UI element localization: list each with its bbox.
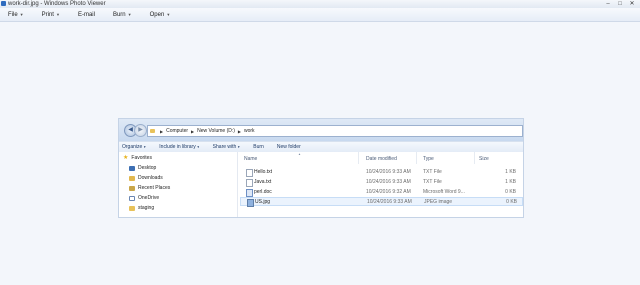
- column-header-name: Name: [244, 156, 258, 162]
- chevron-down-icon: ▼: [127, 11, 132, 17]
- include-in-library-menu: Include in library▼: [159, 144, 200, 150]
- window-controls: – □ ✕: [602, 0, 638, 8]
- breadcrumb: ▶ Computer ▶ New Volume (D:) ▶ work: [147, 125, 523, 137]
- breadcrumb-item-volume: New Volume (D:): [197, 128, 235, 134]
- forward-arrow-icon: ▶: [134, 124, 147, 137]
- chevron-down-icon: ▼: [237, 145, 241, 149]
- nav-favorites: ★ Favorites: [123, 155, 152, 161]
- folder-icon: [129, 205, 135, 211]
- folder-icon: [150, 129, 155, 133]
- minimize-icon[interactable]: –: [602, 0, 614, 8]
- table-row: Hello.txt 10/24/2016 9:33 AM TXT File 1 …: [240, 168, 523, 177]
- photo-viewer-app-icon: [1, 1, 6, 6]
- address-bar: ◀ ▶ ▶ Computer ▶ New Volume (D:) ▶ work: [119, 119, 523, 141]
- burn-button: Burn: [253, 144, 264, 150]
- downloads-folder-icon: [129, 175, 135, 181]
- column-divider: [474, 152, 475, 164]
- burn-menu[interactable]: Burn ▼: [113, 12, 132, 18]
- command-bar: File ▼ Print ▼ E-mail Burn ▼ Open ▼: [0, 8, 640, 22]
- close-icon[interactable]: ✕: [626, 0, 638, 8]
- chevron-down-icon: ▼: [143, 145, 147, 149]
- onedrive-icon: [129, 195, 135, 201]
- column-header-date: Date modified: [366, 156, 397, 162]
- breadcrumb-item-work: work: [243, 128, 255, 134]
- column-divider: [416, 152, 417, 164]
- nav-item-desktop: Desktop: [129, 164, 156, 172]
- print-menu[interactable]: Print ▼: [42, 12, 60, 18]
- table-row-selected: US.jpg 10/24/2016 9:33 AM JPEG image 0 K…: [240, 197, 523, 207]
- title-bar: work-dir.jpg - Windows Photo Viewer – □ …: [0, 0, 640, 8]
- navigation-pane: ★ Favorites Desktop Downloads Recent Pla…: [119, 152, 238, 217]
- file-list: Name ▲ Date modified Type Size Hello.txt…: [238, 152, 523, 217]
- table-row: perl.doc 10/24/2016 9:32 AM Microsoft Wo…: [240, 188, 523, 197]
- chevron-down-icon: ▼: [196, 145, 200, 149]
- chevron-right-icon: ▶: [237, 128, 241, 134]
- column-header-size: Size: [479, 156, 489, 162]
- text-file-icon: [246, 169, 253, 177]
- open-menu[interactable]: Open ▼: [150, 12, 171, 18]
- image-file-icon: [247, 199, 254, 207]
- table-row: Java.txt 10/24/2016 9:33 AM TXT File 1 K…: [240, 178, 523, 187]
- chevron-right-icon: ▶: [191, 128, 195, 134]
- email-button[interactable]: E-mail: [78, 12, 95, 18]
- chevron-down-icon: ▼: [19, 11, 24, 17]
- column-header-type: Type: [423, 156, 434, 162]
- desktop-icon: [129, 165, 135, 171]
- chevron-down-icon: ▼: [166, 11, 171, 17]
- new-folder-button: New folder: [276, 144, 301, 150]
- sort-ascending-icon: ▲: [298, 152, 301, 156]
- nav-item-staging: staging: [129, 204, 154, 212]
- breadcrumb-item-computer: Computer: [166, 128, 189, 134]
- nav-item-downloads: Downloads: [129, 174, 163, 182]
- nav-item-onedrive: OneDrive: [129, 194, 159, 202]
- displayed-image: ◀ ▶ ▶ Computer ▶ New Volume (D:) ▶ work …: [118, 118, 524, 218]
- organize-menu: Organize▼: [122, 144, 147, 150]
- file-menu[interactable]: File ▼: [8, 12, 24, 18]
- column-divider: [358, 152, 359, 164]
- star-icon: ★: [123, 155, 129, 161]
- maximize-icon[interactable]: □: [614, 0, 626, 8]
- chevron-right-icon: ▶: [160, 128, 164, 134]
- text-file-icon: [246, 179, 253, 187]
- window-title: work-dir.jpg - Windows Photo Viewer: [8, 1, 106, 7]
- chevron-down-icon: ▼: [55, 11, 60, 17]
- word-document-icon: [246, 189, 253, 197]
- recent-places-icon: [129, 185, 135, 191]
- nav-item-recent-places: Recent Places: [129, 184, 170, 192]
- share-with-menu: Share with▼: [212, 144, 241, 150]
